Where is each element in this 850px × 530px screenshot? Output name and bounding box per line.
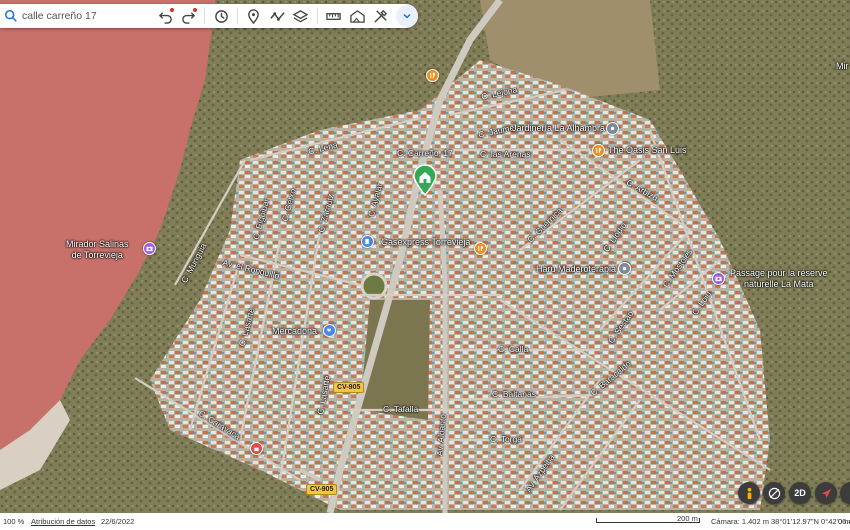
bag-icon [254, 447, 259, 452]
add-path-button[interactable] [266, 5, 290, 27]
toolbar-divider [204, 8, 206, 24]
home-marker-icon[interactable] [412, 164, 438, 196]
redo-indicator [193, 8, 198, 12]
layers-icon [293, 9, 309, 22]
street-label: C. las Arenas [480, 149, 531, 159]
street-label: C. Carreño, 17 [397, 148, 453, 158]
poi-supermarket-pin[interactable] [323, 324, 336, 337]
circle-icon [622, 266, 627, 271]
poi-label-gasexpress[interactable]: Gasexpress Torrevieja [381, 237, 470, 248]
poi-label-mercadona[interactable]: Mercadona [272, 326, 317, 337]
camera-altitude: Cámara: 1.402 m [711, 517, 769, 526]
layers-button[interactable] [289, 5, 313, 27]
ruler-icon [326, 12, 341, 20]
path-icon [270, 11, 285, 21]
poi-shop-pin[interactable] [250, 442, 263, 455]
tools-icon [374, 9, 388, 23]
imagery-date: 22/6/2022 [101, 517, 135, 526]
fork-knife-icon [596, 147, 602, 154]
image-icon [349, 9, 365, 23]
poi-label-mirador[interactable]: Mirador Salinas de Torrevieja [66, 239, 129, 261]
street-label: C. Tafalla [383, 404, 419, 414]
search-input[interactable] [22, 10, 152, 22]
street-label: C. Torga [490, 434, 522, 444]
street-view-icon [747, 487, 751, 499]
satellite-map[interactable]: C. Lejona C. Jaume C. las Arenas C. Lena… [0, 0, 850, 513]
poi-restaurant-pin[interactable] [474, 242, 487, 255]
redo-button[interactable] [177, 5, 201, 27]
cart-icon [326, 328, 332, 332]
fuel-icon [365, 238, 369, 245]
circle-icon [610, 126, 615, 131]
camera-icon [146, 246, 153, 252]
search-icon [4, 9, 17, 22]
history-icon [214, 9, 228, 23]
attribution-link[interactable]: Atribución de datos [31, 517, 95, 526]
camera-icon [715, 276, 722, 282]
add-placemark-button[interactable] [242, 5, 266, 27]
fork-knife-icon [478, 245, 484, 252]
poi-label-passage[interactable]: Passage pour la réserve naturelle La Mat… [730, 268, 828, 290]
expand-toolbar-button[interactable] [396, 5, 419, 27]
navigate-icon [821, 488, 831, 498]
2d-label: 2D [794, 488, 806, 498]
poi-gas-station-pin[interactable] [361, 235, 374, 248]
poi-wellness-pin[interactable] [618, 262, 631, 275]
history-button[interactable] [209, 5, 233, 27]
poi-restaurant-pin[interactable] [592, 144, 605, 157]
measure-button[interactable] [322, 5, 346, 27]
poi-nature-reserve-pin[interactable] [712, 272, 725, 285]
poi-label-oasis[interactable]: The Oasis San Luis [608, 145, 687, 156]
scale-bar [596, 518, 700, 523]
street-view-button[interactable] [738, 482, 760, 504]
image-button[interactable] [345, 5, 369, 27]
compass-button[interactable] [763, 482, 785, 504]
search-box[interactable] [0, 4, 153, 28]
poi-label-edge: Mir [836, 61, 849, 71]
status-bar: 100 % Atribución de datos 22/6/2022 200 … [0, 513, 850, 530]
undo-button[interactable] [153, 5, 177, 27]
street-label: C. Calla [498, 344, 529, 354]
chevron-down-icon [403, 13, 411, 19]
poi-garden-pin[interactable] [606, 122, 619, 135]
poi-viewpoint-pin[interactable] [143, 242, 156, 255]
toolbar-divider [237, 8, 238, 24]
pin-icon [248, 8, 260, 24]
navigate-button[interactable] [815, 482, 837, 504]
compass-icon [768, 487, 780, 499]
road-shield: CV-905 [333, 382, 365, 393]
undo-indicator [169, 8, 174, 12]
toolbar [0, 4, 419, 28]
poi-label-jardineria[interactable]: Jardinería La Alhambra [512, 123, 605, 134]
poi-restaurant-pin[interactable] [426, 69, 439, 82]
poi-label-haru[interactable]: Haru Maderoterapia [536, 264, 616, 275]
elevation: 0 m [838, 517, 850, 526]
street-label: C. Baltanas [492, 389, 536, 399]
tools-button[interactable] [369, 5, 393, 27]
road-shield: CV-905 [306, 484, 338, 495]
toolbar-divider [316, 8, 318, 24]
2d-toggle-button[interactable]: 2D [789, 482, 811, 504]
zoom-level: 100 % [3, 517, 25, 526]
fork-knife-icon [430, 72, 436, 79]
